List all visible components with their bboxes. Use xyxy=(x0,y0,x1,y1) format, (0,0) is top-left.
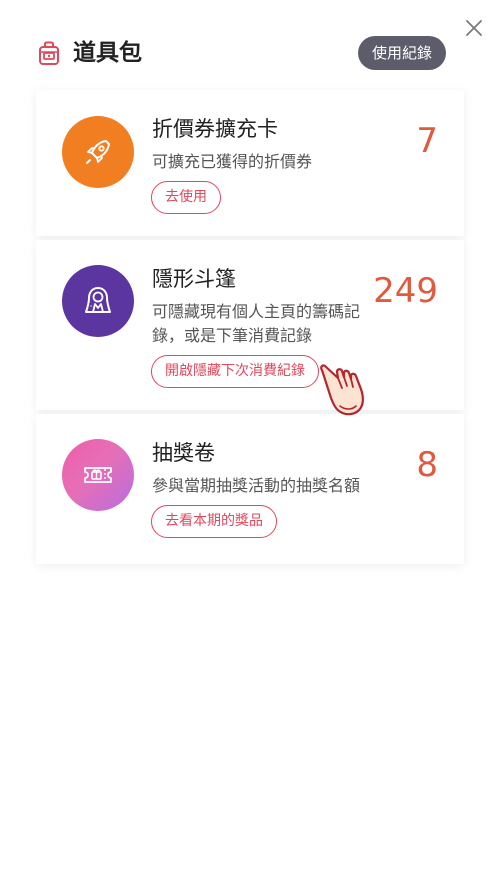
close-icon[interactable] xyxy=(462,16,486,40)
usage-history-button[interactable]: 使用紀錄 xyxy=(357,36,446,70)
use-coupon-button[interactable]: 去使用 xyxy=(151,181,221,214)
item-name: 抽獎卷 xyxy=(152,441,215,465)
ticket-icon xyxy=(84,467,112,483)
page-title: 道具包 xyxy=(73,40,142,66)
view-current-prizes-button[interactable]: 去看本期的獎品 xyxy=(151,505,277,538)
hooded-cloak-icon xyxy=(85,287,111,313)
header: 道具包 使用紀錄 xyxy=(36,36,446,72)
item-description: 參與當期抽獎活動的抽獎名額 xyxy=(152,476,361,495)
item-icon-circle xyxy=(62,265,134,337)
enable-hide-next-purchase-button[interactable]: 開啟隱藏下次消費紀錄 xyxy=(151,355,319,388)
item-count: 7 xyxy=(416,121,438,161)
item-card-invisibility-cloak: 隱形斗篷 可隱藏現有個人主頁的籌碼記錄，或是下筆消費記錄 249 開啟隱藏下次消… xyxy=(36,240,464,410)
item-name: 折價券擴充卡 xyxy=(152,117,278,141)
pointing-hand-icon xyxy=(318,362,372,418)
item-count: 249 xyxy=(373,271,438,311)
rocket-icon xyxy=(86,140,110,164)
item-count: 8 xyxy=(416,445,438,485)
item-description: 可擴充已獲得的折價券 xyxy=(152,152,313,171)
item-card-coupon-expansion: 折價券擴充卡 可擴充已獲得的折價券 7 去使用 xyxy=(36,90,464,236)
item-name: 隱形斗篷 xyxy=(152,267,236,291)
item-card-lottery-ticket: 抽獎卷 參與當期抽獎活動的抽獎名額 8 去看本期的獎品 xyxy=(36,414,464,564)
item-icon-circle xyxy=(62,439,134,511)
item-description: 可隱藏現有個人主頁的籌碼記錄，或是下筆消費記錄 xyxy=(152,302,361,345)
backpack-icon xyxy=(36,40,62,66)
item-icon-circle xyxy=(62,116,134,188)
item-bag-page: 道具包 使用紀錄 折價券擴充卡 可擴充已獲得的折價券 7 去使用 隱形斗篷 可隱… xyxy=(0,0,500,889)
